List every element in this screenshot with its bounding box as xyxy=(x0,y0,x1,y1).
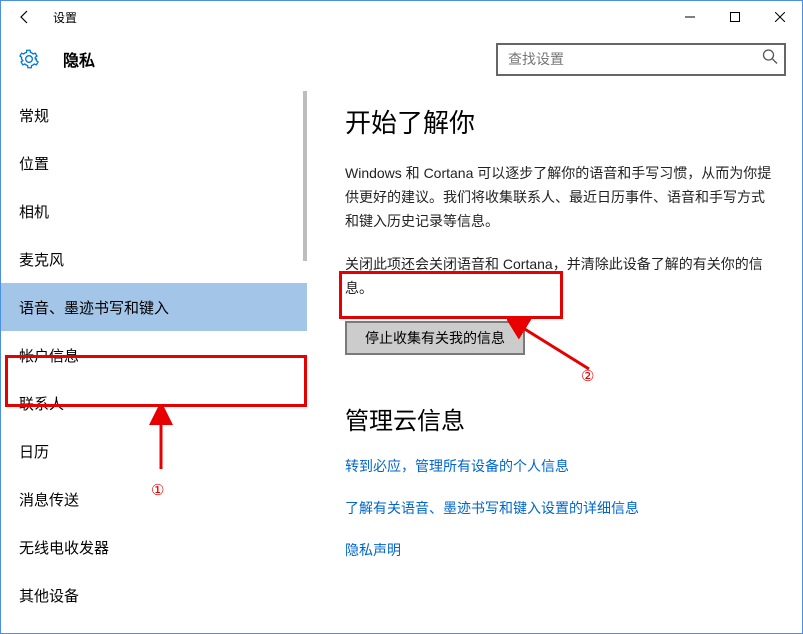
sidebar-item-4[interactable]: 语音、墨迹书写和键入 xyxy=(1,283,307,331)
gear-icon xyxy=(17,47,41,71)
maximize-button[interactable] xyxy=(712,1,757,33)
sidebar-item-10[interactable]: 其他设备 xyxy=(1,571,307,619)
sidebar-item-9[interactable]: 无线电收发器 xyxy=(1,523,307,571)
maximize-icon xyxy=(730,12,740,22)
stop-collecting-button[interactable]: 停止收集有关我的信息 xyxy=(345,321,525,355)
minimize-button[interactable] xyxy=(667,1,712,33)
close-icon xyxy=(775,12,785,22)
heading-cloud-info: 管理云信息 xyxy=(345,401,778,436)
link-privacy-statement[interactable]: 隐私声明 xyxy=(345,540,778,560)
description-2: 关闭此项还会关闭语音和 Cortana，并清除此设备了解的有关你的信息。 xyxy=(345,253,778,301)
back-button[interactable] xyxy=(9,1,41,33)
sidebar-item-0[interactable]: 常规 xyxy=(1,91,307,139)
sidebar-item-1[interactable]: 位置 xyxy=(1,139,307,187)
content-pane: 开始了解你 Windows 和 Cortana 可以逐步了解你的语音和手写习惯，… xyxy=(307,85,802,633)
sidebar: 常规位置相机麦克风语音、墨迹书写和键入帐户信息联系人日历消息传送无线电收发器其他… xyxy=(1,85,307,633)
window-title: 设置 xyxy=(53,9,77,26)
annotation-number-2: ② xyxy=(581,367,594,385)
arrow-left-icon xyxy=(17,9,33,25)
sidebar-item-8[interactable]: 消息传送 xyxy=(1,475,307,523)
sidebar-item-5[interactable]: 帐户信息 xyxy=(1,331,307,379)
minimize-icon xyxy=(685,12,695,22)
description-1: Windows 和 Cortana 可以逐步了解你的语音和手写习惯，从而为你提供… xyxy=(345,162,778,233)
search-input[interactable] xyxy=(496,43,786,76)
close-button[interactable] xyxy=(757,1,802,33)
sidebar-item-6[interactable]: 联系人 xyxy=(1,379,307,427)
heading-know-you: 开始了解你 xyxy=(345,103,778,140)
link-learn-more[interactable]: 了解有关语音、墨迹书写和键入设置的详细信息 xyxy=(345,498,778,518)
sidebar-item-2[interactable]: 相机 xyxy=(1,187,307,235)
sidebar-item-11[interactable]: 反馈和诊断 xyxy=(1,619,307,633)
link-bing[interactable]: 转到必应，管理所有设备的个人信息 xyxy=(345,456,778,476)
page-title: 隐私 xyxy=(63,47,95,71)
sidebar-item-7[interactable]: 日历 xyxy=(1,427,307,475)
sidebar-item-3[interactable]: 麦克风 xyxy=(1,235,307,283)
